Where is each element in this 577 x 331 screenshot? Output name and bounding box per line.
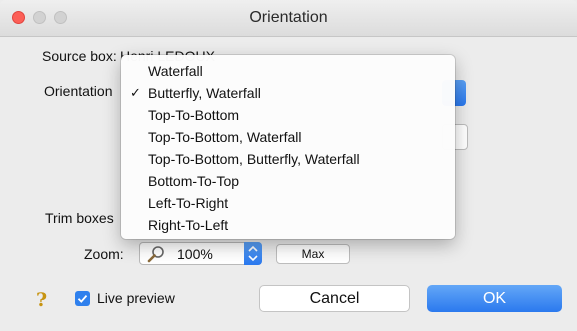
menu-item-label: Top-To-Bottom, Waterfall (148, 129, 302, 145)
menu-item-waterfall[interactable]: Waterfall (121, 60, 455, 82)
menu-item-left-to-right[interactable]: Left-To-Right (121, 192, 455, 214)
help-icon[interactable]: ? (36, 289, 47, 311)
menu-item-top-to-bottom[interactable]: Top-To-Bottom (121, 104, 455, 126)
zoom-value: 100% (177, 246, 213, 262)
menu-item-label: Top-To-Bottom (148, 107, 240, 123)
menu-item-label: Right-To-Left (148, 217, 229, 233)
orientation-dropdown-menu: Waterfall ✓ Butterfly, Waterfall Top-To-B… (121, 55, 455, 239)
cancel-button[interactable]: Cancel (259, 285, 410, 312)
orientation-label: Orientation (44, 83, 113, 99)
menu-item-bottom-to-top[interactable]: Bottom-To-Top (121, 170, 455, 192)
menu-item-top-to-bottom-waterfall[interactable]: Top-To-Bottom, Waterfall (121, 126, 455, 148)
magnifier-icon (146, 245, 166, 266)
menu-item-label: Left-To-Right (148, 195, 229, 211)
menu-item-right-to-left[interactable]: Right-To-Left (121, 214, 455, 236)
menu-item-label: Butterfly, Waterfall (148, 85, 261, 101)
window-title: Orientation (249, 9, 328, 26)
menu-item-top-to-bottom-butterfly-waterfall[interactable]: Top-To-Bottom, Butterfly, Waterfall (121, 148, 455, 170)
zoom-stepper[interactable] (244, 242, 262, 265)
menu-item-label: Waterfall (148, 63, 203, 79)
menu-item-label: Top-To-Bottom, Butterfly, Waterfall (148, 151, 360, 167)
zoom-label: Zoom: (84, 246, 124, 262)
live-preview-label[interactable]: Live preview (97, 290, 175, 306)
zoom-combo[interactable]: 100% (139, 242, 262, 265)
max-zoom-button[interactable]: Max (276, 244, 350, 264)
source-box-label: Source box: (42, 48, 117, 64)
check-icon: ✓ (130, 85, 141, 100)
menu-item-label: Bottom-To-Top (148, 173, 240, 189)
ok-button[interactable]: OK (427, 285, 562, 312)
checkmark-icon (77, 295, 88, 303)
orientation-dialog: Orientation Source box: Henri LEDOUX Ori… (0, 0, 577, 331)
menu-item-butterfly-waterfall[interactable]: ✓ Butterfly, Waterfall (121, 82, 455, 104)
title-bar: Orientation (0, 0, 577, 37)
live-preview-checkbox[interactable] (75, 291, 90, 306)
trim-boxes-label: Trim boxes (45, 210, 114, 226)
